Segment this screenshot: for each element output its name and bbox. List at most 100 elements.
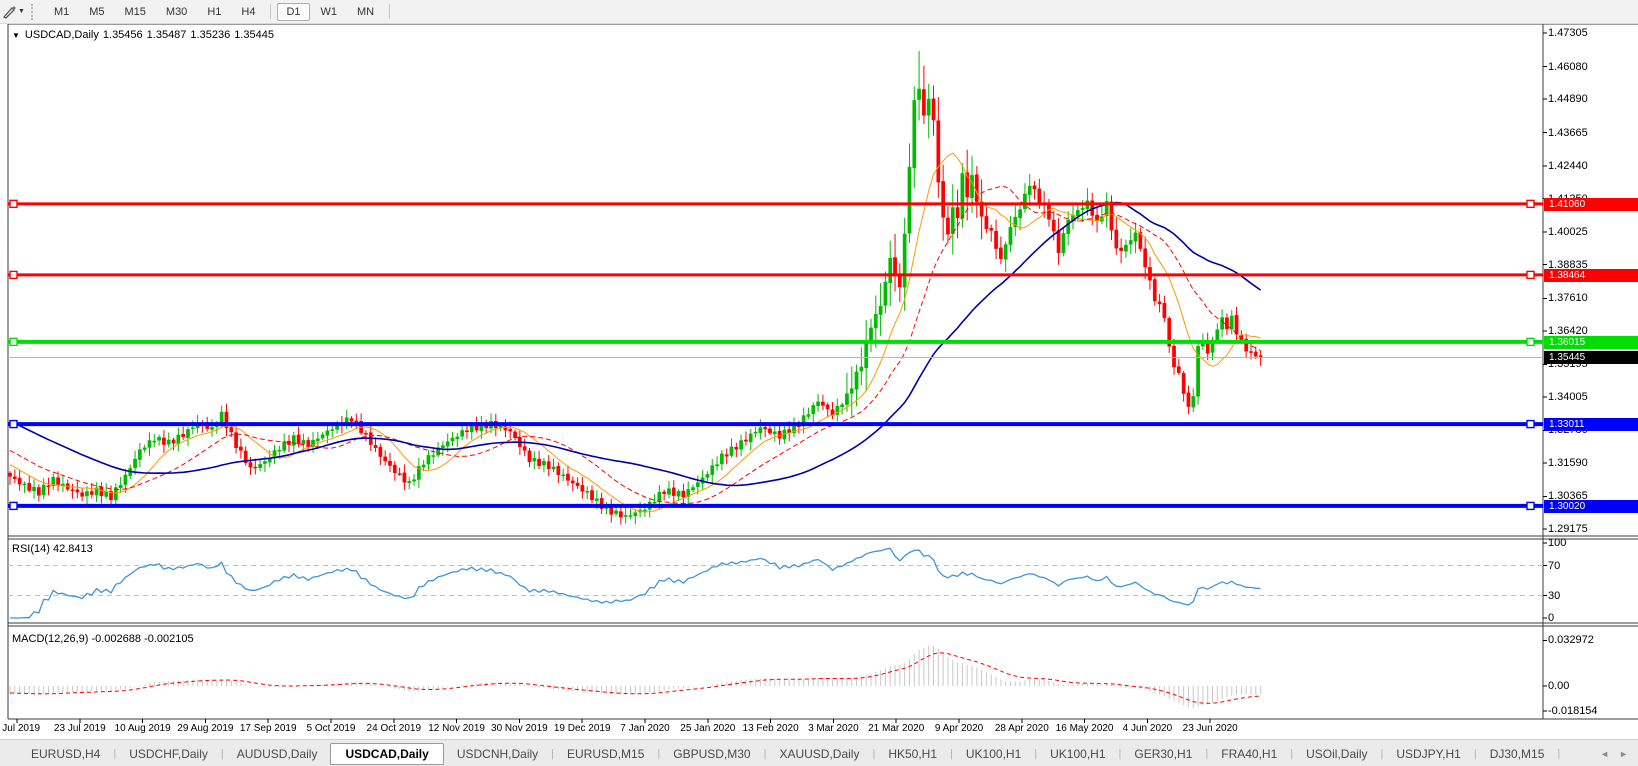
- chart-tab-usdcad-daily[interactable]: USDCAD,Daily: [330, 742, 444, 765]
- chart-tab-usdchf-daily[interactable]: USDCHF,Daily: [116, 744, 221, 764]
- price-axis-tick: 1.46080: [1548, 60, 1588, 73]
- price-line-label: 1.30020: [1544, 499, 1638, 513]
- price-line-label: 1.36015: [1544, 335, 1638, 349]
- hline-handle[interactable]: [1526, 501, 1535, 511]
- hline-handle[interactable]: [1526, 270, 1535, 280]
- date-axis-tick: 25 Jan 2020: [680, 723, 736, 734]
- hline-handle[interactable]: [1526, 199, 1535, 209]
- chart-tab-eurusd-m15[interactable]: EURUSD,M15: [554, 744, 657, 764]
- timeframe-button-m5[interactable]: M5: [80, 3, 113, 21]
- date-axis-tick: 12 Nov 2019: [428, 723, 485, 734]
- timeframe-button-m30[interactable]: M30: [157, 3, 196, 21]
- rsi-line: [10, 547, 1261, 619]
- chart-canvas[interactable]: [0, 0, 1638, 766]
- toolbar-divider: [389, 4, 391, 19]
- date-axis-tick: 16 May 2020: [1055, 723, 1114, 734]
- chart-tab-uk100-h1[interactable]: UK100,H1: [953, 744, 1034, 764]
- date-axis-tick: 4 Jul 2019: [0, 723, 41, 734]
- chart-tabs: EURUSD,H4 | USDCHF,Daily | AUDUSD,Daily USDCA…: [18, 742, 1600, 765]
- date-axis-tick: 3 Mar 2020: [808, 723, 859, 734]
- price-axis-tick: 1.34005: [1548, 390, 1588, 403]
- symbol-ohlc-overlay: ▼ USDCAD,Daily 1.35456 1.35487 1.35236 1.3544…: [12, 29, 278, 41]
- chart-tab-usdcnh-daily[interactable]: USDCNH,Daily: [444, 744, 551, 764]
- tab-separator: |: [1557, 747, 1561, 760]
- date-axis-tick: 17 Sep 2019: [239, 723, 297, 734]
- symbol-period-label: USDCAD,Daily: [24, 29, 99, 41]
- date-axis-tick: 19 Dec 2019: [553, 723, 611, 734]
- rsi-indicator-label: RSI(14) 42.8413: [12, 543, 93, 555]
- date-axis-tick: 7 Jan 2020: [620, 723, 670, 734]
- date-axis-tick: 4 Jun 2020: [1122, 723, 1173, 734]
- timeframe-button-h1[interactable]: H1: [198, 3, 230, 21]
- toolbar-divider: [270, 4, 272, 19]
- low-value: 1.35236: [190, 29, 231, 41]
- timeframe-button-h4[interactable]: H4: [232, 3, 264, 21]
- price-axis-tick: 1.42440: [1548, 160, 1588, 173]
- date-axis-tick: 23 Jun 2020: [1182, 723, 1238, 734]
- date-axis-tick: 29 Aug 2019: [177, 723, 234, 734]
- high-value: 1.35487: [146, 29, 187, 41]
- chart-tab-gbpusd-m30[interactable]: GBPUSD,M30: [660, 744, 763, 764]
- price-axis-tick: 1.29175: [1548, 523, 1588, 536]
- tab-scroll-nav: ◄ ►: [1600, 749, 1628, 759]
- tab-scroll-left-icon[interactable]: ◄: [1600, 749, 1609, 759]
- chart-tab-usoil-daily[interactable]: USOil,Daily: [1293, 744, 1380, 764]
- date-axis-tick: 5 Oct 2019: [306, 723, 356, 734]
- chart-tab-ger30-h1[interactable]: GER30,H1: [1121, 744, 1205, 764]
- chart-tab-xauusd-daily[interactable]: XAUUSD,Daily: [766, 744, 872, 764]
- chart-tab-audusd-daily[interactable]: AUDUSD,Daily: [224, 744, 331, 764]
- hline-handle[interactable]: [9, 337, 18, 347]
- hline-handle[interactable]: [9, 501, 18, 511]
- rsi-axis-tick: 0: [1548, 612, 1555, 624]
- date-axis-tick: 23 Jul 2019: [53, 723, 106, 734]
- chart-tab-bar: EURUSD,H4 | USDCHF,Daily | AUDUSD,Daily USDCA…: [0, 739, 1638, 766]
- cursor-icon: [2, 5, 16, 19]
- chevron-down-icon: ▼: [18, 8, 25, 15]
- hline-handle[interactable]: [9, 199, 18, 209]
- rsi-axis-tick: 30: [1548, 589, 1561, 602]
- price-axis-tick: 1.31590: [1548, 456, 1588, 469]
- chart-tab-usdjpy-h1[interactable]: USDJPY,H1: [1383, 744, 1473, 764]
- close-value: 1.35445: [234, 29, 274, 41]
- macd-axis-tick: 0.032972: [1548, 634, 1594, 647]
- macd-signal-line: [9, 652, 1261, 704]
- chart-tab-fra40-h1[interactable]: FRA40,H1: [1208, 744, 1290, 764]
- chart-tab-uk100-h1[interactable]: UK100,H1: [1037, 744, 1118, 764]
- price-axis-tick: 1.47305: [1548, 27, 1588, 39]
- one-click-arrow-icon[interactable]: ▼: [12, 31, 20, 40]
- chart-tab-hk50-h1[interactable]: HK50,H1: [875, 744, 950, 764]
- date-axis-tick: 21 Mar 2020: [868, 723, 925, 734]
- price-axis-tick: 1.43665: [1548, 126, 1588, 139]
- timeframe-button-w1[interactable]: W1: [312, 3, 347, 21]
- price-line-label: 1.38464: [1544, 268, 1638, 282]
- timeframe-button-d1[interactable]: D1: [277, 2, 310, 21]
- date-axis-tick: 24 Oct 2019: [366, 723, 422, 734]
- price-axis-tick: 1.44890: [1548, 93, 1588, 106]
- price-axis-tick: 1.40025: [1548, 226, 1588, 239]
- date-axis-tick: 30 Nov 2019: [491, 723, 548, 734]
- mt4-window: ▼ M1 M5 M15 M30 H1 H4 D1 W1 MN ▼ USDCAD,Daily 1.35…: [0, 0, 1638, 766]
- ma-45-line: [9, 201, 1262, 487]
- bid-price-label: 1.35445: [1544, 351, 1638, 365]
- ma-21-line: [9, 185, 1261, 505]
- hline-handle[interactable]: [9, 270, 18, 280]
- timeframe-button-m15[interactable]: M15: [116, 3, 155, 21]
- hline-handle[interactable]: [1526, 337, 1535, 347]
- timeframe-button-m1[interactable]: M1: [45, 3, 78, 21]
- chart-tab-dj30-m15[interactable]: DJ30,M15: [1477, 744, 1558, 764]
- chart-tab-eurusd-h4[interactable]: EURUSD,H4: [18, 744, 113, 764]
- macd-indicator-label: MACD(12,26,9) -0.002688 -0.002105: [12, 633, 194, 645]
- timeframe-button-mn[interactable]: MN: [348, 3, 383, 21]
- rsi-axis-tick: 70: [1548, 559, 1561, 572]
- price-axis-tick: 1.37610: [1548, 292, 1588, 305]
- hline-handle[interactable]: [9, 419, 18, 429]
- price-line-label: 1.33011: [1544, 418, 1638, 432]
- tab-scroll-right-icon[interactable]: ►: [1619, 749, 1628, 759]
- toolbar-grip[interactable]: [30, 3, 38, 20]
- hline-handle[interactable]: [1526, 419, 1535, 429]
- candlestick-series: [8, 50, 1263, 525]
- timeframe-buttons: M1 M5 M15 M30 H1 H4 D1 W1 MN: [44, 2, 395, 21]
- date-axis-tick: 10 Aug 2019: [114, 723, 171, 734]
- chart-tools-icon[interactable]: ▼: [0, 2, 29, 22]
- price-line-label: 1.41060: [1544, 197, 1638, 211]
